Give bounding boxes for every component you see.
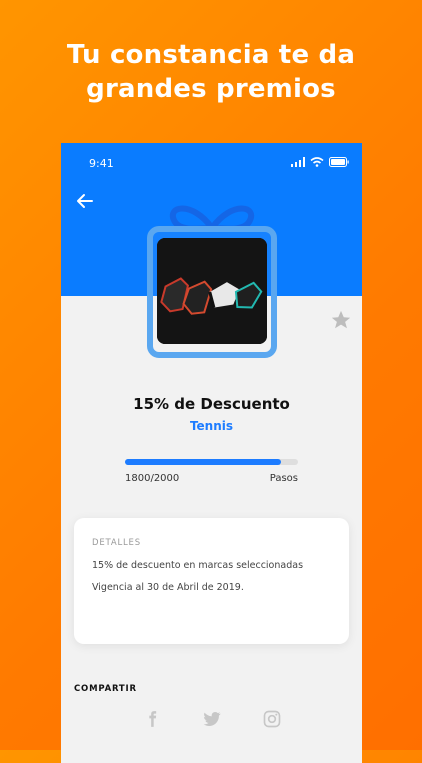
progress-current: 1800/2000 <box>125 473 180 484</box>
reward-image[interactable] <box>157 238 267 344</box>
headline: Tu constancia te da grandes premios <box>0 38 422 106</box>
progress-bar <box>125 459 298 465</box>
reward-title: 15% de Descuento <box>133 395 290 413</box>
twitter-icon[interactable] <box>202 709 222 729</box>
back-arrow-icon[interactable] <box>73 189 97 213</box>
headline-line-1: Tu constancia te da <box>66 40 356 70</box>
gift-frame <box>147 198 277 358</box>
facebook-icon[interactable] <box>142 709 162 729</box>
battery-icon <box>329 157 349 167</box>
status-bar: 9:41 <box>61 143 362 181</box>
wifi-icon <box>310 157 324 167</box>
status-time: 9:41 <box>89 157 114 170</box>
instagram-icon[interactable] <box>262 709 282 729</box>
details-label: DETALLES <box>92 538 141 548</box>
status-icons <box>291 157 349 167</box>
phone-screen: 9:41 15% de Descuento Tennis 1800/2000 P… <box>61 143 362 763</box>
progress-unit: Pasos <box>269 473 298 484</box>
reward-category: Tennis <box>189 419 234 433</box>
signal-icon <box>291 157 305 167</box>
headline-line-2: grandes premios <box>86 74 336 104</box>
social-share-row <box>61 709 362 729</box>
share-title: COMPARTIR <box>74 684 137 694</box>
details-line-1: 15% de descuento en marcas seleccionadas <box>92 560 304 571</box>
details-card: DETALLES 15% de descuento en marcas sele… <box>74 518 349 644</box>
details-line-2: Vigencia al 30 de Abril de 2019. <box>92 582 244 593</box>
tennis-shoes-image <box>157 238 267 344</box>
favorite-star-icon[interactable] <box>330 309 352 331</box>
progress-fill <box>125 459 281 465</box>
